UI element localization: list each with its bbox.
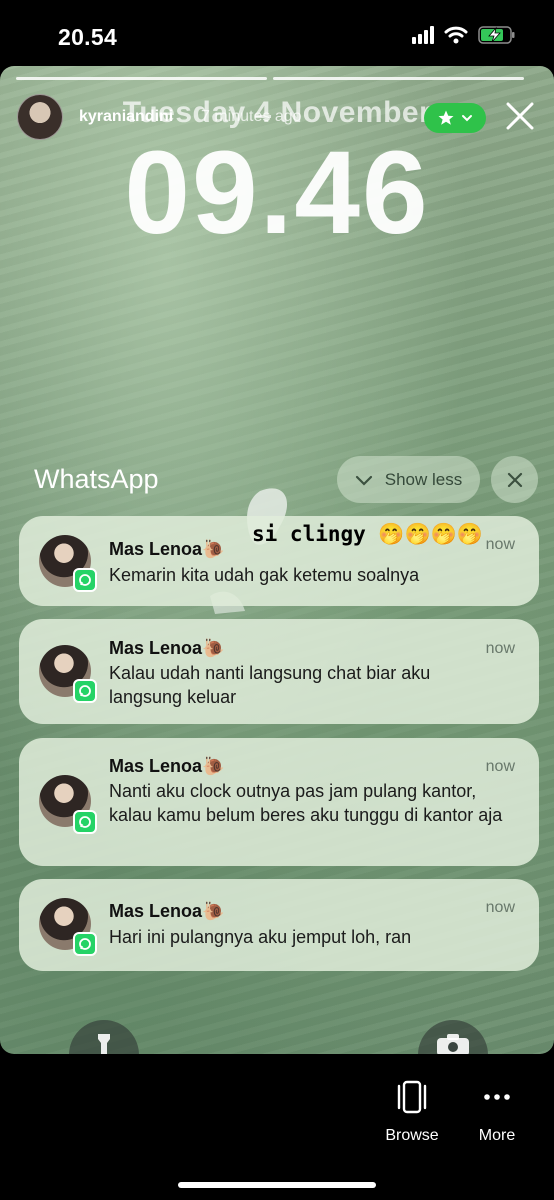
home-indicator[interactable] [178,1182,376,1188]
notification-sender: Mas Lenoa🐌 [109,638,225,658]
notification-body: Hari ini pulangnya aku jemput loh, ran [109,927,412,947]
notification-time: now [485,640,515,657]
chevron-down-icon [462,115,472,122]
whatsapp-icon [73,810,97,834]
story-progress-segment [16,77,267,80]
more-label: More [478,1127,516,1144]
notification-card[interactable]: Mas Lenoa🐌 now Kalau udah nanti langsung… [19,619,539,724]
story-username[interactable]: kyraniandini [79,108,173,126]
close-icon [507,472,522,487]
show-less-label: Show less [384,469,463,489]
story-text-sticker[interactable]: si clingy 🤭🤭🤭🤭 [252,522,483,547]
story-user-avatar[interactable] [17,94,63,140]
flashlight-icon [98,1034,110,1054]
notification-card[interactable]: Mas Lenoa🐌 now Hari ini pulangnya aku je… [19,879,539,971]
story-posted-time: 7 minutes ago [201,108,302,125]
story-progress-segment [273,77,524,80]
notification-body: Kalau udah nanti langsung chat biar aku … [109,663,431,707]
whatsapp-icon [73,568,97,592]
star-icon [438,110,454,125]
notification-time: now [485,899,515,916]
status-bar: 20.54 [0,0,554,66]
signal-icon [412,26,434,44]
close-icon[interactable] [502,98,538,134]
browse-button[interactable]: Browse [372,1080,452,1145]
notification-sender: Mas Lenoa🐌 [109,539,225,559]
whatsapp-icon [73,679,97,703]
story-header: kyraniandini 7 minutes ago [17,94,540,140]
flashlight-button[interactable] [69,1020,139,1054]
story-viewer[interactable]: Tuesday 4 November 09.46 kyraniandini 7 … [0,66,554,1054]
more-button[interactable]: More [457,1080,537,1145]
whatsapp-icon [73,932,97,956]
battery-charging-icon [478,26,515,44]
camera-icon [437,1034,469,1054]
browse-label: Browse [385,1127,439,1144]
notification-group-title: WhatsApp [34,464,159,494]
browse-icon [397,1080,427,1114]
notification-time: now [485,536,515,553]
notification-body: Kemarin kita udah gak ketemu soalnya [109,565,420,585]
camera-button[interactable] [418,1020,488,1054]
clear-notifications-button[interactable] [491,456,538,503]
more-icon [484,1094,510,1100]
notification-body: Nanti aku clock outnya pas jam pulang ka… [109,781,503,825]
wifi-icon [444,26,468,44]
notification-sender: Mas Lenoa🐌 [109,756,225,776]
notification-sender: Mas Lenoa🐌 [109,901,225,921]
notification-card[interactable]: Mas Lenoa🐌 now Nanti aku clock outnya pa… [19,738,539,866]
notification-time: now [485,758,515,775]
story-bottom-bar: Browse More [0,1054,554,1200]
status-time: 20.54 [58,24,118,50]
show-less-button[interactable]: Show less [337,456,480,503]
lockscreen-time: 09.46 [124,127,430,259]
close-friends-badge[interactable] [424,103,486,133]
status-icons [412,25,516,45]
story-progress [16,77,524,80]
chevron-down-icon [355,475,372,486]
story-sticker-text: si clingy 🤭🤭🤭🤭 [252,522,484,546]
